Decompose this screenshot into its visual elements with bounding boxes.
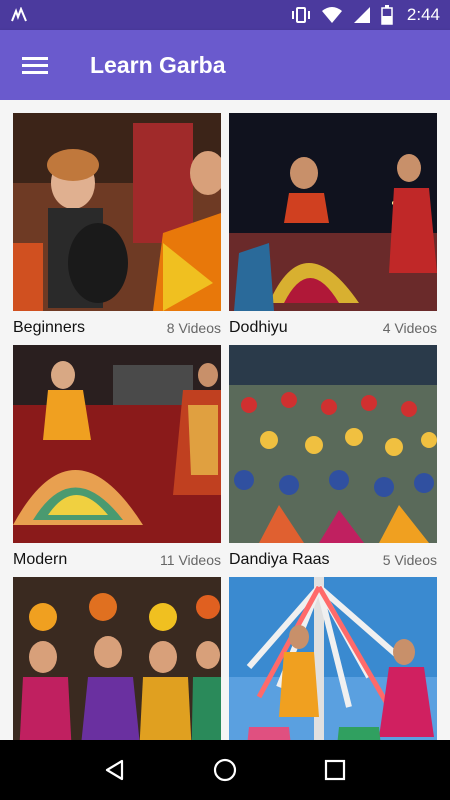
category-image-dodhiyu [229,113,437,311]
card-meta: Modern 11 Videos [13,543,221,577]
category-card-6[interactable] [229,577,437,740]
card-meta: Beginners 8 Videos [13,311,221,345]
signal-icon [353,7,370,23]
home-circle-icon [213,758,237,782]
app-bar: Learn Garba [0,30,450,100]
back-triangle-icon [105,759,124,781]
app-title: Learn Garba [90,51,226,78]
hamburger-menu-icon [22,53,48,78]
category-name: Beginners [13,319,86,336]
category-card-5[interactable] [13,577,221,740]
category-card-dodhiyu[interactable]: Dodhiyu 4 Videos [229,113,437,345]
menu-button[interactable] [0,30,70,100]
status-right: 2:44 [291,5,440,25]
back-button[interactable] [90,745,140,795]
category-image-5 [13,577,221,740]
category-image-modern [13,345,221,543]
status-left [10,7,28,23]
category-image-dandiya-raas [229,345,437,543]
category-name: Modern [13,551,68,568]
category-card-dandiya-raas[interactable]: Dandiya Raas 5 Videos [229,345,437,577]
category-image-6 [229,577,437,740]
status-time: 2:44 [406,5,440,24]
wifi-icon [321,7,342,23]
vibrate-icon [291,7,310,23]
video-count: 8 Videos [166,320,221,336]
category-name: Dandiya Raas [229,551,330,568]
recents-square-icon [324,759,346,781]
video-count: 4 Videos [382,320,437,336]
content-area[interactable]: Beginners 8 Videos Dodhiyu 4 Videos Mode… [0,100,450,740]
recents-button[interactable] [310,745,360,795]
category-name: Dodhiyu [229,319,288,336]
video-count: 11 Videos [160,552,221,568]
category-grid: Beginners 8 Videos Dodhiyu 4 Videos Mode… [13,113,437,740]
category-image-beginners [13,113,221,311]
video-count: 5 Videos [382,552,437,568]
card-meta: Dandiya Raas 5 Videos [229,543,437,577]
card-meta: Dodhiyu 4 Videos [229,311,437,345]
category-card-modern[interactable]: Modern 11 Videos [13,345,221,577]
home-button[interactable] [200,745,250,795]
notification-icon [11,7,27,22]
battery-icon [381,5,393,25]
status-bar: 2:44 [0,0,450,30]
system-nav-bar [0,740,450,800]
category-card-beginners[interactable]: Beginners 8 Videos [13,113,221,345]
